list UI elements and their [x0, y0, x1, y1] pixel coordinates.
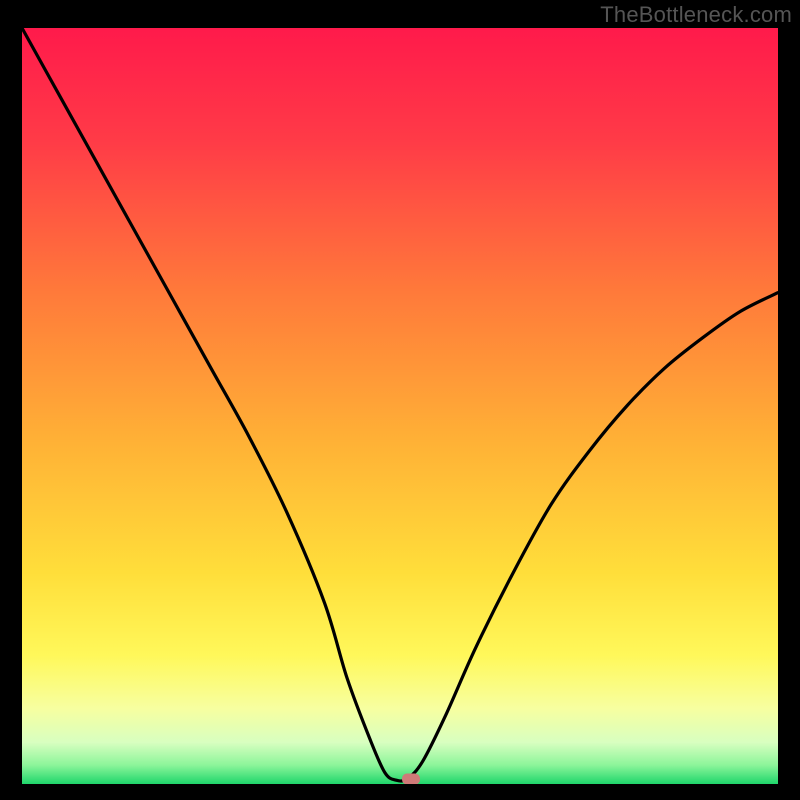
minimum-marker [402, 774, 420, 784]
chart-frame: TheBottleneck.com [0, 0, 800, 800]
bottleneck-curve [22, 28, 778, 784]
plot-area [22, 28, 778, 784]
watermark-text: TheBottleneck.com [600, 2, 792, 28]
